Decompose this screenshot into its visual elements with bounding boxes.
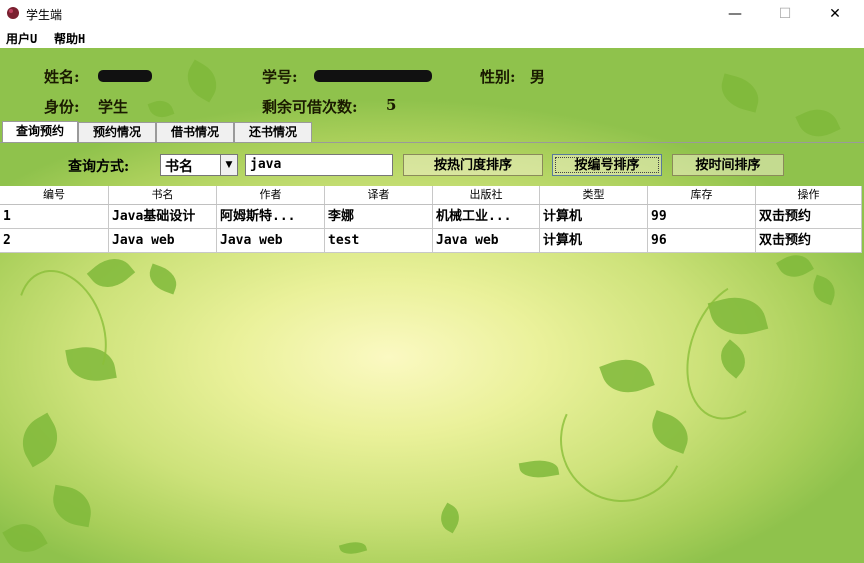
menu-user[interactable]: 用户U (6, 30, 37, 47)
remaining-borrows-label: 剩余可借次数: (262, 98, 358, 116)
query-mode-select[interactable]: 书名 ▼ (160, 154, 238, 176)
table-cell[interactable]: 99 (648, 205, 756, 229)
redacted-student-id (314, 70, 432, 82)
leaf-decoration (338, 538, 368, 558)
tab-reservations[interactable]: 预约情况 (78, 122, 156, 142)
menu-help[interactable]: 帮助H (54, 30, 85, 47)
table-cell[interactable]: Java web (217, 229, 325, 253)
table-cell[interactable]: Java web (433, 229, 540, 253)
table-cell[interactable]: 计算机 (540, 205, 648, 229)
leaf-decoration (518, 456, 560, 482)
tab-borrowed[interactable]: 借书情况 (156, 122, 234, 142)
table-cell[interactable]: 96 (648, 229, 756, 253)
column-header[interactable]: 操作 (756, 186, 862, 204)
query-mode-value: 书名 (165, 159, 193, 175)
column-header[interactable]: 类型 (540, 186, 648, 204)
leaf-decoration (435, 502, 465, 534)
window-title: 学生端 (26, 8, 63, 22)
remaining-borrows-value: 5 (386, 96, 397, 114)
student-id-label: 学号: (262, 68, 298, 86)
leaf-decoration (86, 249, 136, 297)
table-cell[interactable]: 阿姆斯特... (217, 205, 325, 229)
table-cell[interactable]: 2 (0, 229, 109, 253)
role-value: 学生 (98, 98, 129, 116)
app-icon (7, 7, 19, 19)
gender-value: 男 (530, 68, 546, 86)
chevron-down-icon[interactable]: ▼ (220, 155, 237, 175)
table-cell[interactable]: test (325, 229, 433, 253)
leaf-decoration (716, 73, 764, 113)
column-header[interactable]: 编号 (0, 186, 109, 204)
tab-panel-border (0, 142, 864, 143)
column-header[interactable]: 作者 (217, 186, 325, 204)
table-cell[interactable]: 1 (0, 205, 109, 229)
table-cell[interactable]: 计算机 (540, 229, 648, 253)
leaf-decoration (147, 96, 175, 122)
search-input[interactable]: java (245, 154, 393, 176)
table-header: 编号 书名 作者 译者 出版社 类型 库存 操作 (0, 186, 862, 205)
table-cell[interactable]: 双击预约 (756, 229, 862, 253)
menu-bar: 用户U 帮助H (0, 28, 864, 48)
tab-returned[interactable]: 还书情况 (234, 122, 312, 142)
sort-by-time-button[interactable]: 按时间排序 (672, 154, 784, 176)
leaf-decoration (12, 412, 68, 468)
table-row[interactable]: 2 Java web Java web test Java web 计算机 96… (0, 229, 862, 253)
column-header[interactable]: 译者 (325, 186, 433, 204)
leaf-decoration (2, 515, 48, 561)
close-button[interactable]: ✕ (812, 0, 858, 28)
redacted-name (98, 70, 152, 82)
table-cell[interactable]: 机械工业... (433, 205, 540, 229)
leaf-decoration (49, 484, 95, 528)
column-header[interactable]: 库存 (648, 186, 756, 204)
main-panel: 姓名: 学号: 性别: 男 身份: 学生 剩余可借次数: 5 查询预约 预约情况… (0, 48, 864, 563)
table-cell[interactable]: 双击预约 (756, 205, 862, 229)
role-label: 身份: (44, 98, 80, 116)
sort-by-id-button[interactable]: 按编号排序 (552, 154, 662, 176)
tab-query-reserve[interactable]: 查询预约 (2, 121, 78, 143)
vine-decoration (668, 266, 806, 434)
vine-decoration (542, 360, 702, 520)
leaf-decoration (145, 263, 181, 295)
gender-label: 性别: (480, 68, 516, 86)
table-cell[interactable]: Java web (109, 229, 217, 253)
leaf-decoration (795, 101, 841, 145)
leaf-decoration (776, 248, 814, 284)
minimize-button[interactable]: — (712, 0, 758, 28)
title-bar: 学生端 — ☐ ✕ (0, 0, 864, 28)
table-cell[interactable]: 李娜 (325, 205, 433, 229)
leaf-decoration (808, 274, 840, 306)
column-header[interactable]: 书名 (109, 186, 217, 204)
sort-by-popularity-button[interactable]: 按热门度排序 (403, 154, 543, 176)
column-header[interactable]: 出版社 (433, 186, 540, 204)
name-label: 姓名: (44, 68, 80, 86)
leaf-decoration (179, 59, 225, 103)
query-mode-label: 查询方式: (68, 159, 130, 175)
table-cell[interactable]: Java基础设计 (109, 205, 217, 229)
maximize-button[interactable]: ☐ (762, 0, 808, 28)
table-row[interactable]: 1 Java基础设计 阿姆斯特... 李娜 机械工业... 计算机 99 双击预… (0, 205, 862, 229)
